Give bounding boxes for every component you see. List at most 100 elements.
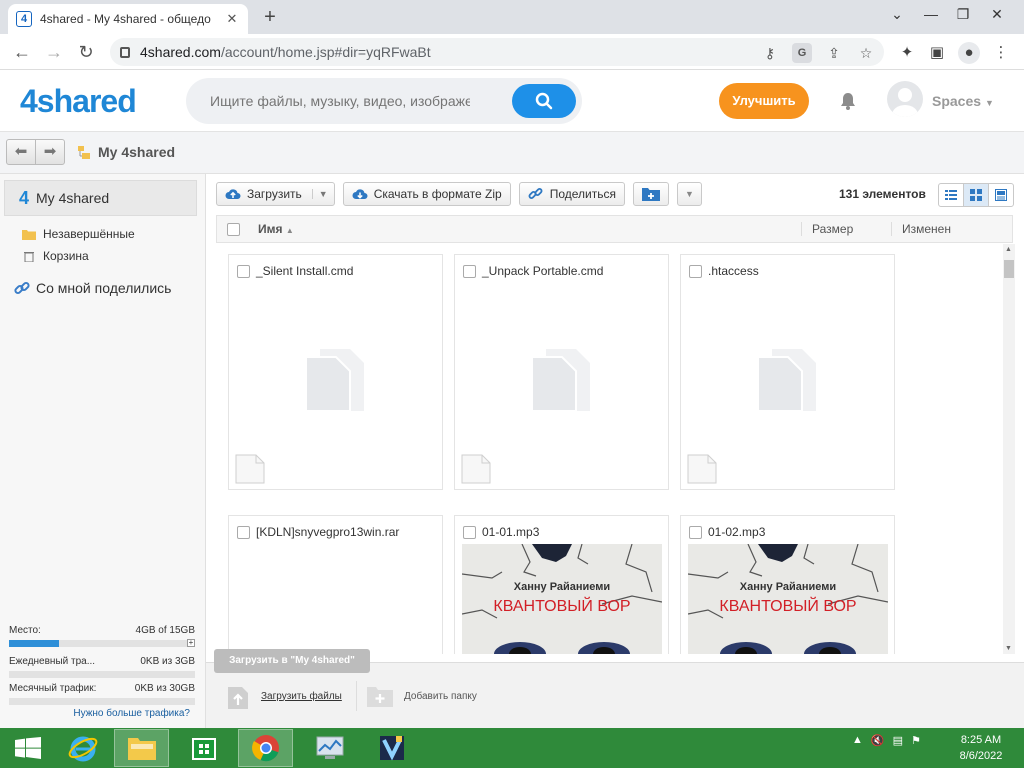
sidebar-item-incomplete[interactable]: Незавершённые (22, 227, 135, 241)
user-menu[interactable]: Spaces ▼ (932, 93, 994, 109)
clock-time: 8:25 AM (960, 734, 1002, 746)
side-panel-icon[interactable]: ▣ (926, 42, 948, 64)
new-folder-button[interactable] (632, 182, 669, 206)
profile-icon[interactable]: ● (958, 42, 980, 64)
stat-value: 0KB из 3GB (140, 656, 195, 667)
scroll-down-icon[interactable]: ▼ (1005, 645, 1012, 652)
forward-arrow-icon[interactable]: → (40, 38, 68, 66)
key-icon[interactable]: ⚷ (760, 43, 780, 63)
column-size[interactable]: Размер (801, 222, 853, 236)
store-icon (191, 738, 216, 760)
start-button[interactable] (0, 729, 55, 767)
windows-taskbar: ▲ 🔇 ▤ ⚑ 8:25 AM 8/6/2022 (0, 728, 1024, 768)
close-window-button[interactable]: ✕ (980, 0, 1014, 30)
sidebar-item-shared-with-me[interactable]: Со мной поделились (14, 280, 171, 296)
file-checkbox[interactable] (463, 264, 476, 278)
4shared-logo[interactable]: 4shared (20, 83, 137, 120)
column-name[interactable]: Имя ▲ (258, 222, 294, 236)
column-header: Имя ▲ Размер Изменен (216, 215, 1013, 243)
restore-button[interactable]: ❐ (946, 0, 980, 30)
grid-view-button[interactable] (964, 184, 989, 206)
view-switcher (938, 183, 1014, 207)
menu-dots-icon[interactable]: ⋮ (990, 42, 1012, 64)
chevron-down-icon: ▼ (984, 98, 994, 108)
clock[interactable]: 8:25 AM 8/6/2022 (946, 732, 1016, 764)
search-button[interactable] (512, 84, 576, 118)
document-placeholder-icon (531, 349, 590, 412)
file-checkbox[interactable] (463, 525, 476, 539)
file-checkbox[interactable] (237, 525, 250, 539)
file-name[interactable]: 01-01.mp3 (482, 525, 539, 539)
share-button[interactable]: Поделиться (518, 182, 625, 206)
file-card[interactable]: _Silent Install.cmd (228, 254, 443, 490)
add-storage-icon[interactable]: + (187, 639, 195, 647)
action-center-icon[interactable]: ⚑ (911, 734, 921, 747)
column-modified[interactable]: Изменен (891, 222, 951, 236)
download-zip-button[interactable]: Скачать в формате Zip (342, 182, 511, 206)
upgrade-button[interactable]: Улучшить (719, 83, 809, 119)
scrollbar-thumb[interactable] (1004, 260, 1014, 278)
taskbar-chrome[interactable] (238, 729, 293, 767)
file-name[interactable]: _Silent Install.cmd (256, 264, 353, 278)
extensions-icon[interactable]: ✦ (896, 42, 918, 64)
back-arrow-icon[interactable]: ← (8, 38, 36, 66)
more-traffic-link[interactable]: Нужно больше трафика? (0, 708, 190, 719)
breadcrumb-current[interactable]: My 4shared (98, 144, 175, 160)
forward-button[interactable]: ➡ (36, 140, 64, 164)
file-name[interactable]: 01-02.mp3 (708, 525, 765, 539)
scroll-up-icon[interactable]: ▲ (1005, 246, 1012, 253)
upload-dropdown-icon[interactable]: ▼ (311, 189, 334, 199)
vertical-scrollbar[interactable]: ▲ ▼ (1003, 244, 1015, 654)
upload-button[interactable]: Загрузить ▼ (216, 182, 335, 206)
upload-files-button[interactable]: Загрузить файлы (226, 683, 342, 709)
clock-date: 8/6/2022 (959, 750, 1003, 762)
detail-view-button[interactable] (989, 184, 1013, 206)
stat-label: Месячный трафик: (9, 683, 97, 694)
history-nav: ⬅ ➡ (6, 139, 65, 165)
action-toolbar: Загрузить ▼ Скачать в формате Zip Подели… (216, 182, 702, 208)
avatar[interactable] (887, 81, 923, 117)
reload-icon[interactable]: ↻ (72, 38, 100, 66)
new-tab-button[interactable]: + (258, 6, 282, 28)
minimize-button[interactable]: — (914, 0, 948, 30)
file-name[interactable]: [KDLN]snyvegpro13win.rar (256, 525, 399, 539)
tray-overflow-icon[interactable]: ▲ (852, 734, 863, 747)
share-icon[interactable]: ⇪ (824, 43, 844, 63)
file-name[interactable]: .htaccess (708, 264, 759, 278)
file-card[interactable]: _Unpack Portable.cmd (454, 254, 669, 490)
network-icon[interactable]: ▤ (893, 734, 903, 747)
translate-icon[interactable]: G (792, 43, 812, 63)
taskbar-explorer[interactable] (114, 729, 169, 767)
file-card[interactable]: 01-02.mp3 Ханну Райаниеми КВАНТОВЫЙ ВОР (680, 515, 895, 654)
taskbar-monitor[interactable] (302, 729, 357, 767)
add-folder-button[interactable]: Добавить папку (367, 685, 477, 707)
more-actions-dropdown[interactable]: ▼ (676, 182, 702, 206)
bell-icon[interactable] (838, 91, 858, 111)
file-checkbox[interactable] (689, 525, 702, 539)
link-icon (14, 281, 30, 295)
list-view-button[interactable] (939, 184, 964, 206)
file-type-icon (235, 454, 265, 484)
close-tab-icon[interactable]: ✕ (224, 11, 240, 27)
file-name[interactable]: _Unpack Portable.cmd (482, 264, 603, 278)
stat-label: Место: (9, 625, 41, 636)
back-button[interactable]: ⬅ (7, 140, 36, 164)
folder-header: ⬅ ➡ My 4shared (0, 132, 1024, 174)
tab-title: 4shared - My 4shared - общедо (40, 12, 211, 26)
taskbar-ie[interactable] (55, 729, 110, 767)
sidebar-item-my4shared[interactable]: 4 My 4shared (4, 180, 197, 216)
file-checkbox[interactable] (237, 264, 250, 278)
file-checkbox[interactable] (689, 264, 702, 278)
sidebar-item-trash[interactable]: Корзина (22, 249, 89, 263)
taskbar-store[interactable] (176, 729, 231, 767)
browser-tab[interactable]: 4 4shared - My 4shared - общедо ✕ (8, 4, 248, 34)
file-card[interactable]: [KDLN]snyvegpro13win.rar (228, 515, 443, 654)
search-input[interactable] (210, 90, 470, 112)
select-all-checkbox[interactable] (227, 222, 240, 236)
volume-muted-icon[interactable]: 🔇 (871, 734, 885, 747)
bookmark-star-icon[interactable]: ☆ (856, 43, 876, 63)
tab-search-icon[interactable]: ⌄ (880, 0, 914, 30)
taskbar-app[interactable] (364, 729, 419, 767)
file-card[interactable]: 01-01.mp3 Ханну Райаниеми КВАНТОВЫЙ ВОР (454, 515, 669, 654)
file-card[interactable]: .htaccess (680, 254, 895, 490)
